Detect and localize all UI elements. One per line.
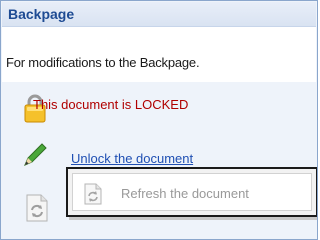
unlock-document-link[interactable]: Unlock the document: [71, 151, 193, 166]
panel-header: Backpage: [2, 2, 316, 27]
pencil-icon: [24, 143, 47, 166]
panel-title: Backpage: [8, 6, 75, 22]
refresh-document-button[interactable]: Refresh the document: [66, 167, 317, 217]
refresh-item-body: Refresh the document: [72, 173, 312, 211]
panel-description: For modifications to the Backpage.: [6, 55, 200, 70]
refresh-icon: [84, 183, 102, 205]
backpage-panel: Backpage For modifications to the Backpa…: [0, 0, 318, 240]
refresh-icon: [26, 194, 48, 222]
refresh-document-label: Refresh the document: [121, 186, 249, 201]
lock-status: This document is LOCKED: [33, 97, 189, 112]
